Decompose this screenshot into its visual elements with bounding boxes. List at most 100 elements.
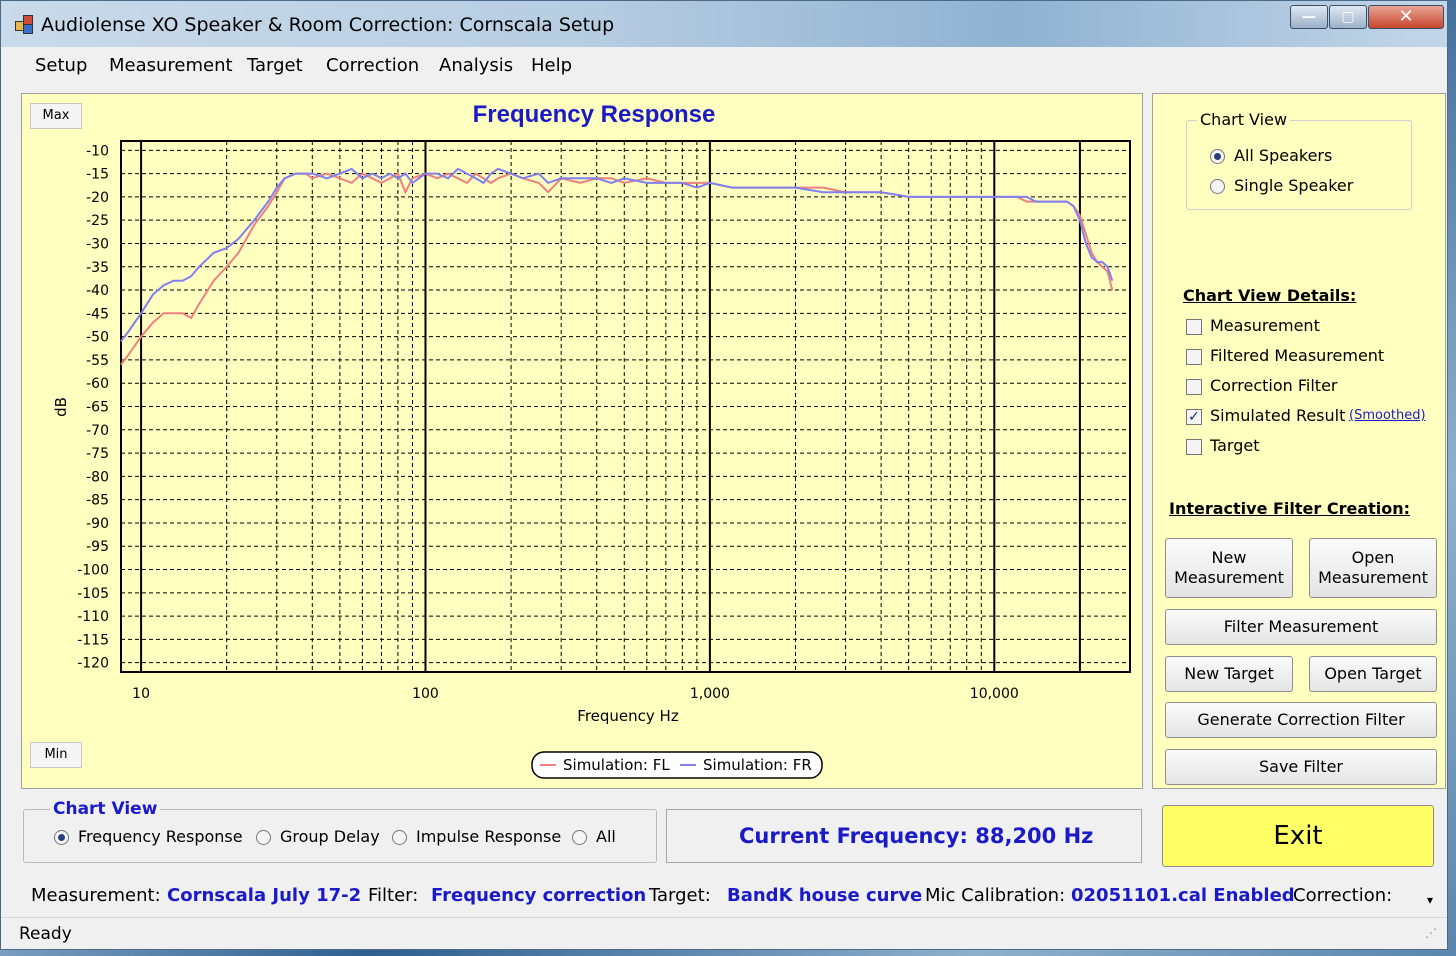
group-delay-label[interactable]: Group Delay xyxy=(280,827,380,846)
all-label[interactable]: All xyxy=(596,827,616,846)
target-checkbox-label[interactable]: Target xyxy=(1210,436,1260,455)
y-tick-label: -95 xyxy=(86,539,109,555)
y-tick-label: -85 xyxy=(86,493,109,509)
y-tick-label: -45 xyxy=(86,306,109,322)
frequency-response-chart[interactable]: -10 -15 -20 -25 -30 -35 -40 -45 -50 -55 -60 -65 -70 -… xyxy=(22,94,1142,788)
open-measurement-button[interactable]: Open Measurement xyxy=(1309,538,1437,598)
smoothed-link[interactable]: (Smoothed) xyxy=(1349,408,1426,423)
correction-filter-checkbox-label[interactable]: Correction Filter xyxy=(1210,376,1337,395)
y-tick-label: -60 xyxy=(86,376,109,392)
measurement-status-label: Measurement: xyxy=(31,885,161,906)
impulse-response-label[interactable]: Impulse Response xyxy=(416,827,561,846)
max-button[interactable]: Max xyxy=(30,103,82,129)
menu-help[interactable]: Help xyxy=(531,55,572,76)
single-speaker-radio[interactable] xyxy=(1210,179,1225,194)
y-tick-label: -10 xyxy=(86,143,109,159)
x-tick-label: 100 xyxy=(412,686,439,702)
open-measurement-line1: Open xyxy=(1351,548,1395,567)
chart-panel: -10 -15 -20 -25 -30 -35 -40 -45 -50 -55 -60 -65 -70 -… xyxy=(21,93,1143,789)
y-tick-label: -80 xyxy=(86,469,109,485)
chart-title: Frequency Response xyxy=(473,101,716,128)
y-tick-label: -35 xyxy=(86,260,109,276)
y-tick-label: -110 xyxy=(77,609,109,625)
group-delay-radio[interactable] xyxy=(256,830,271,845)
min-button[interactable]: Min xyxy=(30,742,82,768)
menu-measurement[interactable]: Measurement xyxy=(109,55,233,76)
y-tick-label: -30 xyxy=(86,236,109,252)
menu-bar: Setup Measurement Target Correction Anal… xyxy=(1,47,1447,85)
legend-label-fl: Simulation: FL xyxy=(563,756,670,774)
measurement-checkbox[interactable] xyxy=(1186,319,1202,335)
mic-calibration-status-value: 02051101.cal Enabled xyxy=(1071,885,1295,906)
right-control-panel: Chart View All Speakers Single Speaker C… xyxy=(1152,93,1446,789)
y-tick-label: -100 xyxy=(77,563,109,579)
all-speakers-radio[interactable] xyxy=(1210,149,1225,164)
y-tick-label: -20 xyxy=(86,190,109,206)
resize-grip-icon[interactable]: ⋰ xyxy=(1425,926,1437,940)
x-tick-label: 1,000 xyxy=(690,686,730,702)
new-measurement-line1: New xyxy=(1211,548,1247,567)
correction-status-label: Correction: xyxy=(1293,885,1393,906)
status-text: Ready xyxy=(19,924,72,944)
open-target-button[interactable]: Open Target xyxy=(1309,656,1437,692)
y-tick-label: -15 xyxy=(86,167,109,183)
status-info-bar: Measurement: Cornscala July 17-2 Filter:… xyxy=(1,877,1447,913)
menu-analysis[interactable]: Analysis xyxy=(439,55,513,76)
target-status-label: Target: xyxy=(649,885,711,906)
new-target-button[interactable]: New Target xyxy=(1165,656,1293,692)
chart-view-speakers-label: Chart View xyxy=(1197,110,1291,129)
measurement-checkbox-label[interactable]: Measurement xyxy=(1210,316,1320,335)
all-speakers-label[interactable]: All Speakers xyxy=(1234,146,1332,165)
filter-status-label: Filter: xyxy=(368,885,419,906)
filtered-measurement-checkbox-label[interactable]: Filtered Measurement xyxy=(1210,346,1384,365)
mic-calibration-status-label: Mic Calibration: xyxy=(925,885,1066,906)
filter-status-value: Frequency correction xyxy=(431,885,647,906)
simulated-result-checkbox-label[interactable]: Simulated Result xyxy=(1210,406,1345,425)
simulated-result-checkbox[interactable]: ✓ xyxy=(1186,409,1202,425)
y-tick-label: -50 xyxy=(86,330,109,346)
status-bar: Ready ⋰ xyxy=(1,917,1447,950)
filtered-measurement-checkbox[interactable] xyxy=(1186,349,1202,365)
save-filter-button[interactable]: Save Filter xyxy=(1165,749,1437,785)
y-tick-label: -55 xyxy=(86,353,109,369)
correction-filter-checkbox[interactable] xyxy=(1186,379,1202,395)
single-speaker-label[interactable]: Single Speaker xyxy=(1234,176,1353,195)
menu-target[interactable]: Target xyxy=(247,55,303,76)
all-radio[interactable] xyxy=(572,830,587,845)
window-title: Audiolense XO Speaker & Room Correction:… xyxy=(41,14,615,36)
new-measurement-line2: Measurement xyxy=(1174,568,1284,587)
close-button[interactable]: ✕ xyxy=(1368,5,1444,29)
frequency-response-label[interactable]: Frequency Response xyxy=(78,827,243,846)
interactive-filter-title: Interactive Filter Creation: xyxy=(1169,499,1411,518)
filter-measurement-button[interactable]: Filter Measurement xyxy=(1165,609,1437,645)
series-line-fr xyxy=(120,167,1114,342)
chart-view-mode-group: Chart View Frequency Response Group Dela… xyxy=(23,799,657,863)
open-measurement-line2: Measurement xyxy=(1318,568,1428,587)
app-window: Audiolense XO Speaker & Room Correction:… xyxy=(0,0,1448,950)
y-tick-label: -25 xyxy=(86,213,109,229)
exit-button[interactable]: Exit xyxy=(1162,805,1434,867)
minimize-button[interactable]: — xyxy=(1290,5,1328,29)
generate-correction-filter-button[interactable]: Generate Correction Filter xyxy=(1165,702,1437,738)
chart-view-mode-label: Chart View xyxy=(50,799,161,819)
menu-correction[interactable]: Correction xyxy=(326,55,419,76)
new-measurement-button[interactable]: New Measurement xyxy=(1165,538,1293,598)
y-tick-label: -40 xyxy=(86,283,109,299)
x-axis-label: Frequency Hz xyxy=(577,707,679,725)
legend-label-fr: Simulation: FR xyxy=(703,756,812,774)
chart-view-speakers-group: Chart View All Speakers Single Speaker xyxy=(1186,110,1412,210)
current-frequency-text: Current Frequency: 88,200 Hz xyxy=(739,824,1094,848)
impulse-response-radio[interactable] xyxy=(392,830,407,845)
menu-setup[interactable]: Setup xyxy=(35,55,87,76)
x-tick-label: 10 xyxy=(132,686,150,702)
y-tick-label: -90 xyxy=(86,516,109,532)
y-axis-label: dB xyxy=(52,397,70,417)
target-checkbox[interactable] xyxy=(1186,439,1202,455)
measurement-status-value: Cornscala July 17-2 xyxy=(167,885,362,906)
y-tick-label: -120 xyxy=(77,656,109,672)
scroll-down-icon[interactable]: ▾ xyxy=(1427,893,1433,907)
x-tick-label: 10,000 xyxy=(970,686,1019,702)
frequency-response-radio[interactable] xyxy=(54,830,69,845)
maximize-button[interactable]: ▢ xyxy=(1329,5,1367,29)
target-status-value: BandK house curve xyxy=(727,885,923,906)
